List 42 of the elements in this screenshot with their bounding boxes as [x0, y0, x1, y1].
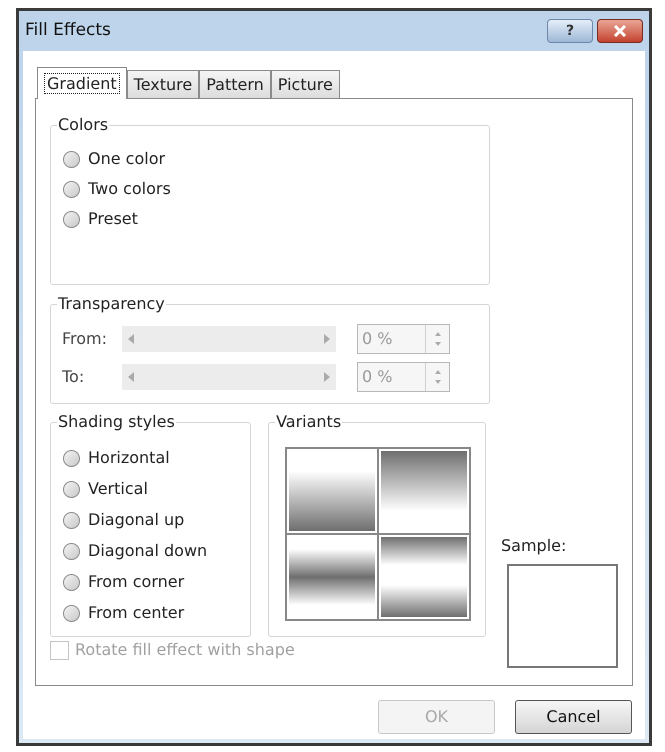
close-button[interactable] — [597, 19, 643, 43]
right-arrow-icon — [324, 372, 330, 382]
window-title: Fill Effects — [25, 19, 111, 42]
radio-button[interactable] — [63, 480, 80, 498]
radio-label: From corner — [88, 571, 184, 593]
up-arrow-icon — [434, 370, 440, 374]
radio-button[interactable] — [63, 150, 80, 168]
tab[interactable]: Picture — [270, 70, 340, 98]
dialog-button[interactable]: Cancel — [515, 700, 632, 734]
sample-label: Sample: — [501, 535, 568, 557]
down-arrow-icon — [434, 380, 440, 384]
radio-label: Diagonal down — [88, 540, 208, 562]
radio-label: Horizontal — [88, 447, 170, 469]
radio-button[interactable] — [63, 180, 80, 198]
radio-label: Vertical — [88, 478, 148, 500]
radio-button[interactable] — [63, 604, 80, 622]
gradient-swatch[interactable] — [381, 537, 468, 617]
left-arrow-icon — [128, 372, 134, 382]
help-button[interactable]: ? — [547, 19, 593, 43]
left-arrow-icon — [128, 334, 134, 344]
group-title: Shading styles — [57, 412, 176, 432]
radio-label: Two colors — [88, 178, 171, 200]
checkbox-label: Rotate fill effect with shape — [75, 639, 295, 661]
radio-label: One color — [88, 148, 166, 170]
radio-button[interactable] — [63, 512, 80, 528]
group-title: Transparency — [57, 294, 166, 314]
radio-label: Preset — [88, 208, 138, 230]
up-arrow-icon — [434, 332, 440, 336]
field-label: To: — [62, 366, 86, 388]
radio-button[interactable] — [63, 574, 80, 590]
close-icon — [613, 25, 627, 37]
tab[interactable]: Pattern — [199, 70, 271, 98]
radio-label: Diagonal up — [88, 509, 184, 531]
radio-label: From center — [88, 602, 184, 624]
radio-button[interactable] — [63, 450, 80, 466]
down-arrow-icon — [434, 342, 440, 346]
right-arrow-icon — [324, 334, 330, 344]
tab[interactable]: Texture — [126, 70, 200, 98]
tab[interactable]: Gradient — [37, 67, 127, 99]
radio-button[interactable] — [63, 542, 80, 560]
field-label: From: — [62, 328, 108, 350]
radio-button[interactable] — [63, 210, 80, 228]
